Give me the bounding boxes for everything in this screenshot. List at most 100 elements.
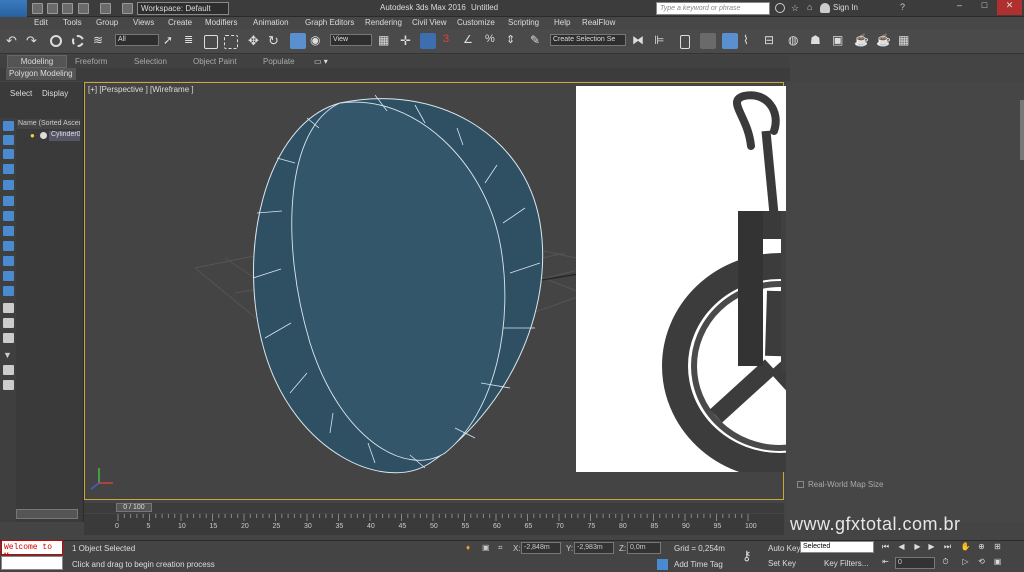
find-case-icon[interactable]	[3, 365, 14, 375]
y-coord-field[interactable]: -2,983m	[574, 542, 614, 554]
bind-space-warp-icon[interactable]: ≋	[93, 33, 109, 49]
viewport-label[interactable]: [+] [Perspective ] [Wireframe ]	[88, 85, 194, 94]
new-file-icon[interactable]	[32, 3, 43, 14]
edit-named-selection-icon[interactable]: ✎	[530, 33, 546, 49]
minimize-icon[interactable]: –	[947, 0, 972, 15]
menu-realflow[interactable]: RealFlow	[582, 18, 615, 27]
current-frame-field[interactable]: 0	[895, 557, 935, 569]
explorer-name-column-header[interactable]: Name (Sorted Ascending)	[17, 119, 80, 129]
maximize-viewport-icon[interactable]: ▣	[992, 557, 1003, 568]
key-mode-dropdown[interactable]: Selected	[800, 541, 874, 553]
layer-manager-icon[interactable]	[700, 33, 716, 49]
tab-freeform[interactable]: Freeform	[75, 57, 107, 66]
undo-icon[interactable]	[78, 3, 89, 14]
explorer-display-tab[interactable]: Display	[42, 89, 68, 98]
undo-icon[interactable]: ↶	[6, 33, 22, 49]
display-invert-icon[interactable]	[3, 333, 14, 343]
menu-graph-editors[interactable]: Graph Editors	[305, 18, 354, 27]
absolute-mode-icon[interactable]: ⌗	[498, 543, 503, 553]
z-coord-field[interactable]: 0,0m	[627, 542, 661, 554]
link-icon[interactable]	[50, 35, 62, 47]
workspace-dropdown[interactable]: Workspace: Default	[137, 2, 229, 15]
select-object-icon[interactable]: ➚	[163, 33, 179, 49]
filter-lights-icon[interactable]	[3, 149, 14, 159]
menu-modifiers[interactable]: Modifiers	[205, 18, 237, 27]
tab-populate[interactable]: Populate	[263, 57, 295, 66]
isolate-selection-icon[interactable]: ♦	[466, 543, 470, 552]
favorites-icon[interactable]: ☆	[791, 3, 799, 14]
percent-snap-icon[interactable]: %	[485, 33, 501, 49]
light-bulb-icon[interactable]: ●	[30, 131, 35, 140]
menu-scripting[interactable]: Scripting	[508, 18, 539, 27]
menu-create[interactable]: Create	[168, 18, 192, 27]
render-setup-icon[interactable]: ☗	[810, 33, 826, 49]
menu-help[interactable]: Help	[554, 18, 570, 27]
ribbon-options-icon[interactable]: ▭ ▾	[314, 57, 328, 66]
render-iterative-icon[interactable]: ☕	[876, 33, 892, 49]
menu-views[interactable]: Views	[133, 18, 154, 27]
menu-group[interactable]: Group	[96, 18, 118, 27]
infocenter-icon[interactable]: ⌂	[807, 2, 812, 12]
orbit-icon[interactable]: ⟲	[976, 557, 987, 568]
x-coord-field[interactable]: -2,848m	[521, 542, 561, 554]
window-crossing-icon[interactable]	[224, 35, 238, 49]
menu-customize[interactable]: Customize	[457, 18, 495, 27]
rectangular-selection-icon[interactable]	[204, 35, 218, 49]
placement-icon[interactable]: ◉	[310, 33, 326, 49]
tab-object-paint[interactable]: Object Paint	[193, 57, 237, 66]
explorer-select-tab[interactable]: Select	[10, 89, 32, 98]
redo-icon[interactable]	[100, 3, 111, 14]
visibility-icon[interactable]	[40, 132, 47, 139]
save-file-icon[interactable]	[62, 3, 73, 14]
field-of-view-icon[interactable]: ▷	[960, 557, 971, 568]
selection-filter-dropdown[interactable]: All	[115, 34, 159, 46]
close-icon[interactable]: ✕	[997, 0, 1022, 15]
layer-explorer-icon[interactable]	[680, 35, 690, 49]
display-none-icon[interactable]	[3, 318, 14, 328]
filter-containers-icon[interactable]	[3, 256, 14, 266]
schematic-view-icon[interactable]: ⊟	[764, 33, 780, 49]
angle-snap-icon[interactable]: ∠	[463, 33, 479, 49]
unlink-icon[interactable]	[72, 35, 84, 47]
time-slider-track[interactable]	[84, 503, 784, 513]
set-key-key-icon[interactable]: ⚷	[742, 548, 752, 564]
key-filters-button[interactable]: Key Filters...	[824, 559, 868, 568]
real-world-map-size-checkbox[interactable]	[797, 481, 804, 488]
time-slider-thumb[interactable]: 0 / 100	[116, 503, 152, 512]
auto-key-button[interactable]: Auto Key	[768, 544, 800, 553]
add-time-tag-button[interactable]: Add Time Tag	[674, 560, 723, 569]
set-key-button[interactable]: Set Key	[768, 559, 796, 568]
select-move-icon[interactable]: ✥	[248, 33, 264, 49]
next-frame-icon[interactable]: ▶	[926, 542, 937, 553]
maximize-icon[interactable]: □	[972, 0, 997, 15]
tab-selection[interactable]: Selection	[134, 57, 167, 66]
selection-lock-icon[interactable]: ▣	[482, 543, 490, 552]
named-selection-dropdown[interactable]: Create Selection Se	[550, 34, 626, 46]
time-config-icon[interactable]: ⏱	[940, 557, 951, 568]
scene-object-cylinder[interactable]: Cylinder001	[49, 131, 80, 141]
material-editor-icon[interactable]: ◍	[788, 33, 804, 49]
render-production-icon[interactable]: ☕	[854, 33, 870, 49]
curve-editor-icon[interactable]: ⌇	[743, 33, 759, 49]
maxscript-listener[interactable]: Welcome to M	[1, 540, 63, 561]
menu-rendering[interactable]: Rendering	[365, 18, 402, 27]
mirror-icon[interactable]: ⧓	[632, 33, 648, 49]
project-folder-icon[interactable]	[122, 3, 133, 14]
explorer-scrollbar[interactable]	[16, 509, 78, 519]
open-file-icon[interactable]	[47, 3, 58, 14]
command-panel-scrollbar[interactable]	[1020, 100, 1024, 160]
hierarchy-icon[interactable]	[3, 380, 14, 390]
filter-geometry-icon[interactable]	[3, 121, 14, 131]
reference-coordinate-dropdown[interactable]: View	[330, 34, 372, 46]
time-tag-icon[interactable]	[657, 559, 668, 570]
manipulate-icon[interactable]: ✛	[400, 33, 416, 49]
filter-xrefs-icon[interactable]	[3, 226, 14, 236]
menu-tools[interactable]: Tools	[63, 18, 82, 27]
help-icon[interactable]: ?	[900, 2, 905, 12]
menu-animation[interactable]: Animation	[253, 18, 289, 27]
search-icon[interactable]	[775, 3, 785, 13]
menu-civil-view[interactable]: Civil View	[412, 18, 447, 27]
tab-modeling[interactable]: Modeling	[7, 55, 67, 68]
select-rotate-icon[interactable]: ↻	[268, 33, 284, 49]
play-icon[interactable]: ▶	[912, 542, 923, 553]
